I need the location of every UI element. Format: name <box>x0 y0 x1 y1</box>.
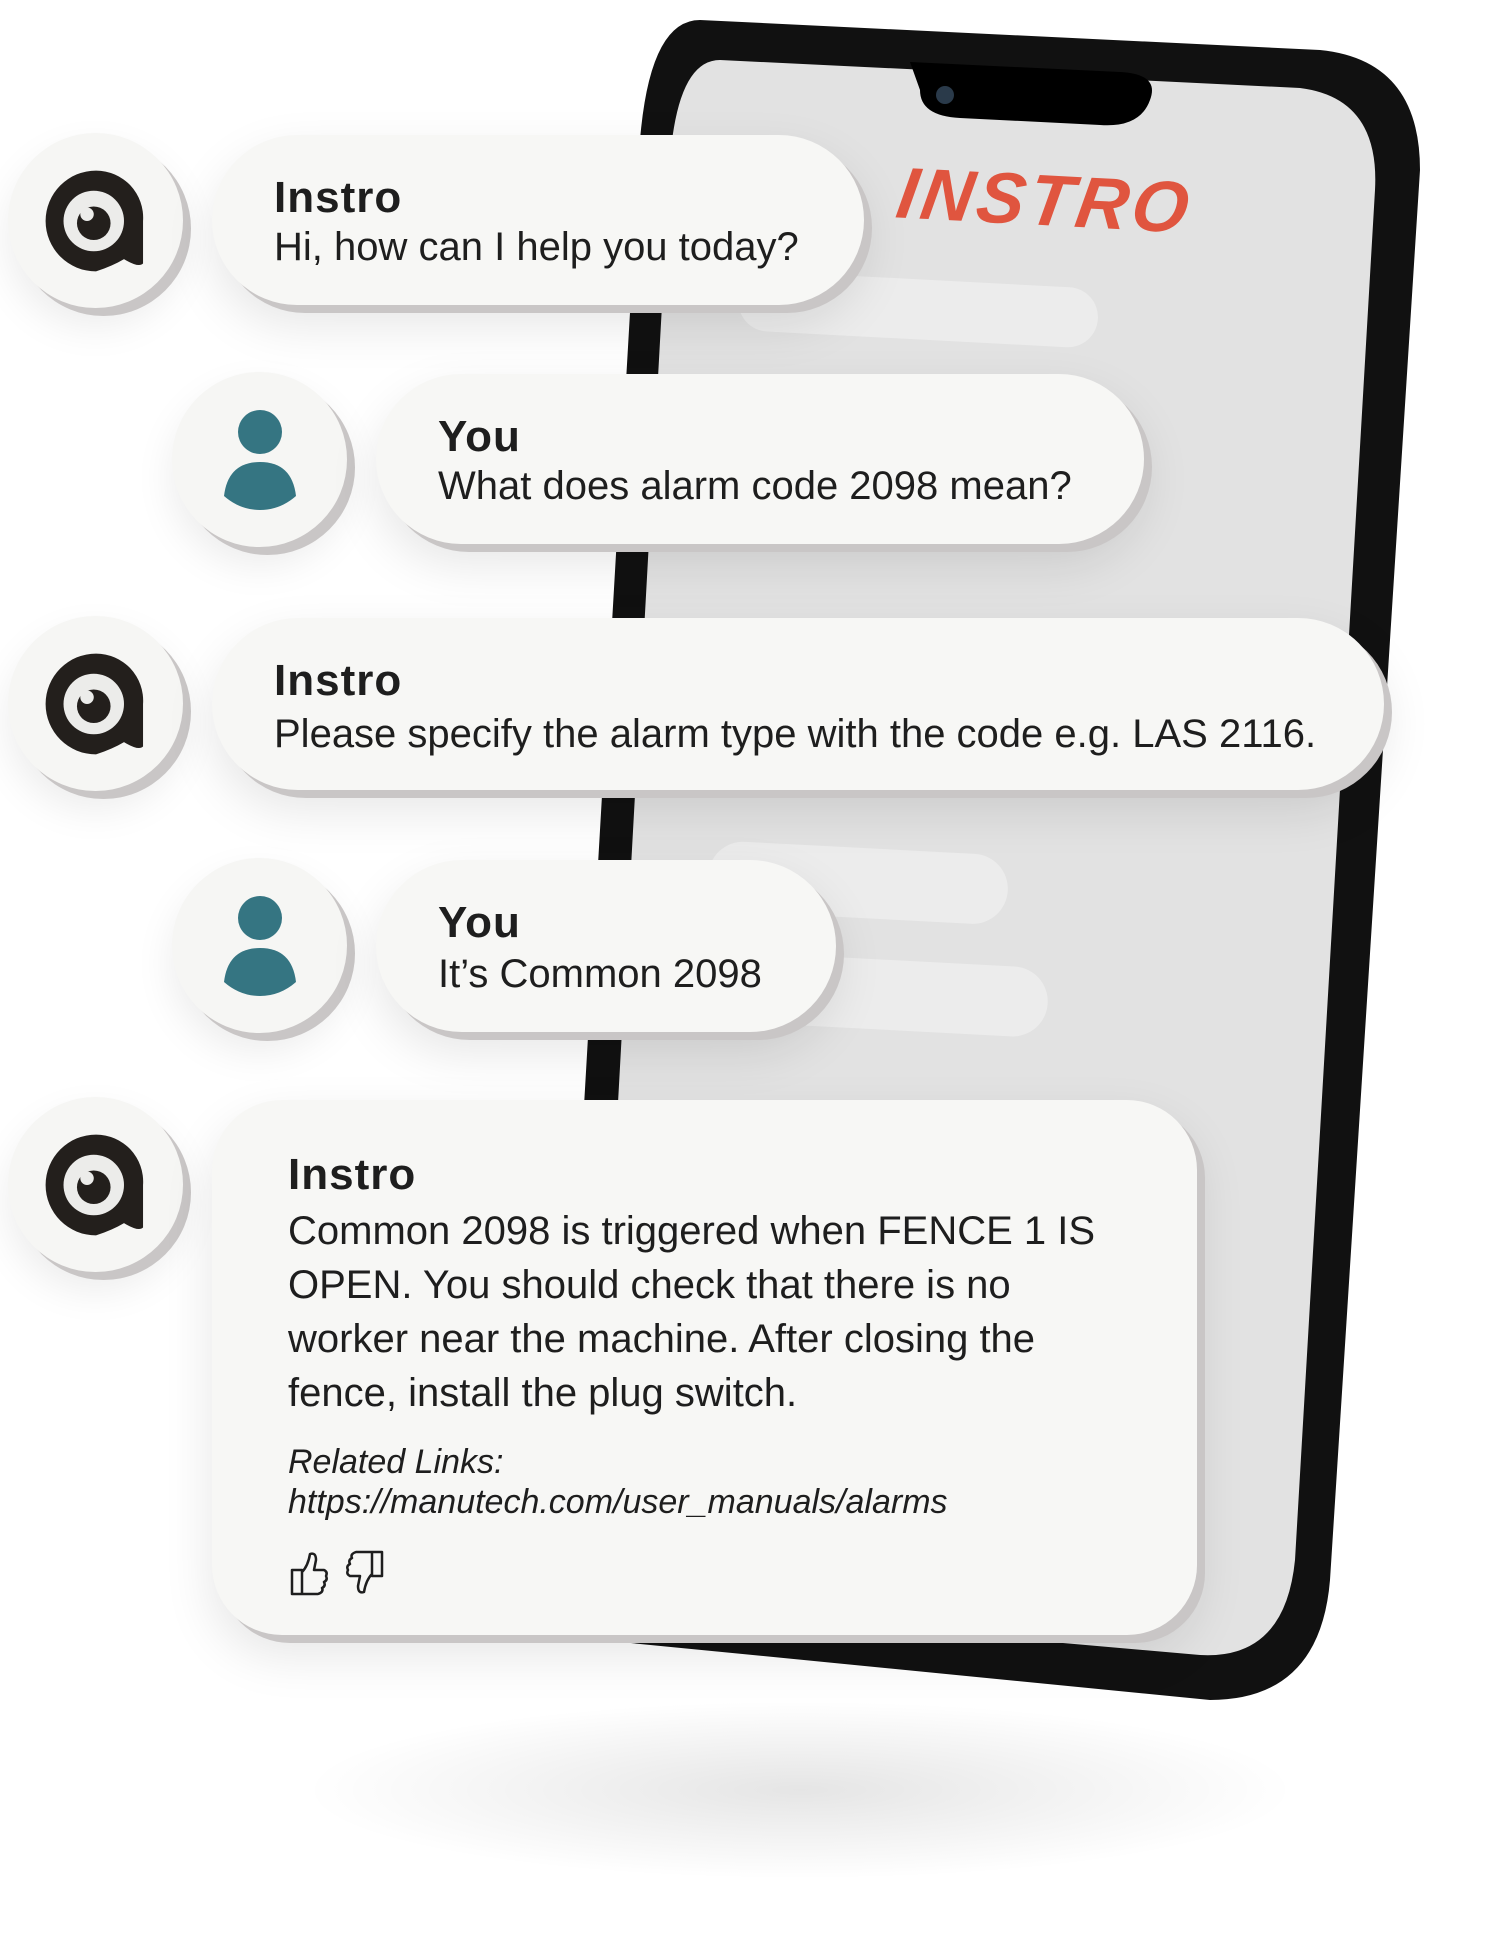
message-line: fence, install the plug switch. <box>288 1371 798 1415</box>
message-text: What does alarm code 2098 mean? <box>438 464 1072 508</box>
instro-eye-icon <box>45 1134 143 1235</box>
bot-avatar <box>8 616 183 791</box>
message-line: worker near the machine. After closing t… <box>288 1317 1036 1361</box>
sender-name: You <box>438 898 521 947</box>
user-icon <box>223 409 296 510</box>
message-text: Hi, how can I help you today? <box>274 225 799 269</box>
message-text: Please specify the alarm type with the c… <box>274 712 1317 756</box>
related-link[interactable]: https://manutech.com/user_manuals/alarms <box>288 1482 948 1522</box>
sender-name: Instro <box>288 1150 417 1199</box>
message-bubble-3: Instro Please specify the alarm type wit… <box>212 618 1384 790</box>
thumbs-down-icon[interactable] <box>344 1548 386 1598</box>
related-links: Related Links: https://manutech.com/user… <box>288 1442 948 1522</box>
message-text: Common 2098 is triggered when FENCE 1 IS… <box>288 1204 1168 1420</box>
message-bubble-1: Instro Hi, how can I help you today? <box>212 135 864 305</box>
message-line: Common 2098 is triggered when FENCE 1 IS <box>288 1209 1096 1253</box>
message-line: OPEN. You should check that there is no <box>288 1263 1011 1307</box>
thumbs-up-icon[interactable] <box>288 1548 330 1598</box>
sender-name: You <box>438 412 521 461</box>
instro-eye-icon <box>45 170 143 271</box>
message-text: It’s Common 2098 <box>438 952 762 996</box>
bot-avatar <box>8 133 183 308</box>
user-icon <box>223 895 296 996</box>
instro-logo: INSTRO <box>891 153 1199 249</box>
user-avatar <box>172 858 347 1033</box>
ground-shadow <box>300 1700 1300 1880</box>
sender-name: Instro <box>274 656 403 705</box>
message-bubble-2: You What does alarm code 2098 mean? <box>376 374 1144 544</box>
instro-eye-icon <box>45 653 143 754</box>
user-avatar <box>172 372 347 547</box>
bot-avatar <box>8 1097 183 1272</box>
message-bubble-4: You It’s Common 2098 <box>376 860 836 1032</box>
message-bubble-5: Instro Common 2098 is triggered when FEN… <box>212 1100 1197 1635</box>
related-links-label: Related Links: <box>288 1443 504 1481</box>
sender-name: Instro <box>274 173 403 222</box>
